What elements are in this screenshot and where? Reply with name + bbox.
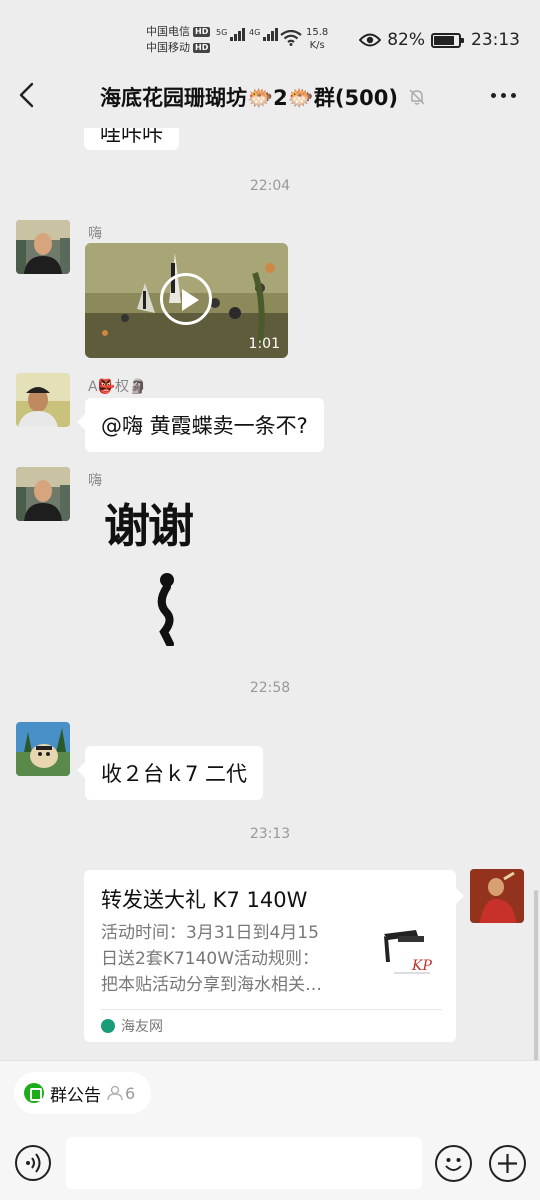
bell-off-icon <box>409 89 425 105</box>
video-duration: 1:01 <box>248 336 280 352</box>
group-notice-button[interactable]: 群公告 6 <box>14 1072 152 1114</box>
chat-area[interactable]: 哇咔咔 22:04 嗨 1:01 A👺权🗿 @嗨 黄霞蝶卖一条不? 嗨 谢谢 2… <box>0 128 540 1060</box>
sender-name: 嗨 <box>88 473 102 489</box>
svg-text:KP: KP <box>411 958 432 974</box>
wifi-icon <box>280 30 302 46</box>
battery-percent: 82% <box>387 30 425 50</box>
divider <box>101 1009 442 1010</box>
source-logo-icon <box>101 1019 115 1033</box>
status-bar: 中国电信 HD 中国移动 HD 5G 4G 15.8 K/s 82% 23:13 <box>0 0 540 62</box>
notice-icon <box>24 1083 44 1103</box>
sender-name: A👺权🗿 <box>88 379 147 395</box>
signal-icon: 5G <box>216 28 246 41</box>
link-card[interactable]: 转发送大礼 K7 140W 活动时间：3月31日到4月15 日送2套K7140W… <box>84 870 464 1042</box>
message-input[interactable] <box>66 1137 422 1189</box>
network-speed: 15.8 K/s <box>306 27 329 51</box>
notice-label: 群公告 <box>50 1085 101 1106</box>
avatar-self[interactable] <box>470 869 524 923</box>
avatar[interactable] <box>16 220 70 274</box>
message-bubble[interactable]: 哇咔咔 <box>84 128 179 150</box>
hd-badge: HD <box>193 27 211 37</box>
signal-icon: 4G <box>249 28 279 41</box>
person-icon <box>107 1085 123 1101</box>
avatar[interactable] <box>16 722 70 776</box>
card-title: 转发送大礼 K7 140W <box>101 888 308 912</box>
avatar[interactable] <box>16 373 70 427</box>
battery-icon <box>431 32 464 48</box>
message-bubble[interactable]: 收２台ｋ7 二代 <box>76 746 264 800</box>
voice-icon <box>26 1153 41 1173</box>
timestamp: 23:13 <box>249 826 291 842</box>
member-count: 6 <box>107 1084 135 1103</box>
sticker-message[interactable]: 谢谢 <box>104 490 194 556</box>
status-right: 82% 23:13 <box>359 30 520 50</box>
timestamp: 22:04 <box>249 178 291 194</box>
chat-title: 海底花园珊瑚坊🐡2🐡群(500) <box>100 82 426 112</box>
bottom-bar: 群公告 6 <box>0 1060 540 1200</box>
more-dots-icon[interactable] <box>491 93 516 98</box>
card-thumbnail: KP <box>374 922 440 988</box>
carrier-1: 中国电信 <box>146 25 190 38</box>
avatar[interactable] <box>16 467 70 521</box>
clock: 23:13 <box>471 30 520 50</box>
emoji-button[interactable] <box>435 1145 472 1182</box>
timestamp: 22:58 <box>249 680 291 696</box>
video-message[interactable]: 1:01 <box>85 243 288 358</box>
eye-icon <box>359 33 382 47</box>
carrier-info: 中国电信 HD 中国移动 HD <box>146 24 211 56</box>
sender-name: 嗨 <box>88 226 102 242</box>
plus-button[interactable] <box>489 1145 526 1182</box>
hd-badge: HD <box>193 43 211 53</box>
plus-icon <box>498 1154 517 1173</box>
scrollbar[interactable] <box>534 890 538 1060</box>
card-description: 活动时间：3月31日到4月15 日送2套K7140W活动规则： 把本贴活动分享到… <box>101 923 322 995</box>
chevron-left-icon[interactable] <box>16 82 40 108</box>
message-bubble[interactable]: @嗨 黄霞蝶卖一条不? <box>77 398 324 452</box>
carrier-2: 中国移动 <box>146 41 190 54</box>
play-icon[interactable] <box>160 273 212 325</box>
card-source: 海友网 <box>101 1016 163 1036</box>
stick-figure-icon <box>157 573 174 646</box>
smiley-icon <box>445 1158 462 1171</box>
chat-header: 海底花园珊瑚坊🐡2🐡群(500) <box>0 62 540 128</box>
voice-button[interactable] <box>15 1145 51 1181</box>
